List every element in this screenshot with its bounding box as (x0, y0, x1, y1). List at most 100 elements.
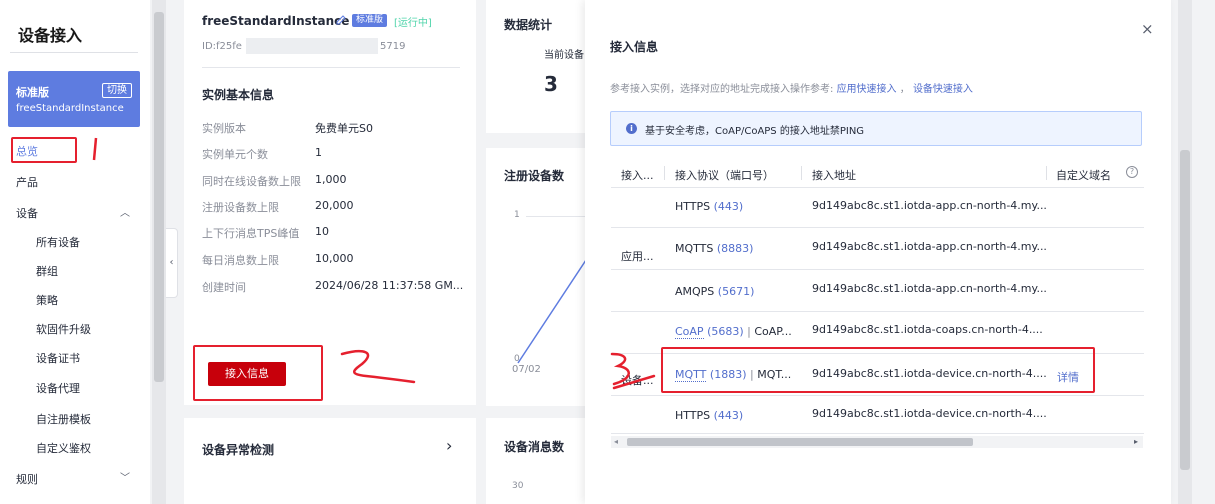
sidebar-item-self-register[interactable]: 自注册模板 (36, 411, 91, 427)
anomaly-title: 设备异常检测 (202, 443, 275, 457)
protocol-cell: MQTTS (8883) (675, 242, 754, 255)
sidebar-item-groups[interactable]: 群组 (36, 263, 58, 279)
protocol-cell: CoAP (5683) | CoAP... (675, 325, 792, 339)
table-row: HTTPS (443) 9d149abc8c.st1.iotda-app.cn-… (611, 188, 1144, 228)
address-cell: 9d149abc8c.st1.iotda-app.cn-north-4.my..… (812, 282, 1047, 295)
hint-separator: ， (899, 84, 910, 95)
instance-id-prefix: ID:f25fe (202, 41, 242, 52)
address-cell: 9d149abc8c.st1.iotda-coaps.cn-north-4...… (812, 323, 1043, 336)
scrollbar-thumb[interactable] (627, 438, 973, 446)
device-quick-link[interactable]: 设备快速接入 (913, 84, 973, 95)
address-cell: 9d149abc8c.st1.iotda-device.cn-north-4..… (812, 407, 1047, 420)
sidebar-item-products[interactable]: 产品 (16, 174, 38, 190)
column-header: 接入... (621, 169, 654, 182)
scrollbar-thumb[interactable] (1180, 150, 1190, 470)
info-label: 实例单元个数 (202, 148, 268, 161)
column-header: 接入协议（端口号） (675, 169, 774, 182)
x-tick-label: 07/02 (512, 364, 541, 375)
scroll-left-icon[interactable]: ◂ (614, 436, 618, 448)
redacted-id (246, 38, 378, 54)
info-icon: i (626, 123, 637, 134)
sidebar-item-custom-auth[interactable]: 自定义鉴权 (36, 440, 91, 456)
info-value: 2024/06/28 11:37:58 GM... (315, 279, 464, 292)
info-label: 实例版本 (202, 122, 246, 135)
anomaly-card[interactable]: 设备异常检测 › (184, 418, 476, 504)
stats-title: 数据统计 (504, 18, 553, 32)
messages-chart-card: 设备消息数 30 (486, 418, 586, 504)
chevron-down-icon[interactable]: ﹀ (120, 469, 130, 484)
table-row: MQTTS (8883) 9d149abc8c.st1.iotda-app.cn… (611, 228, 1144, 270)
registered-chart-card: 注册设备数 1 0 07/02 (486, 148, 586, 406)
section-title: 实例基本信息 (202, 88, 275, 102)
annotation-mark-3 (610, 352, 656, 390)
close-icon[interactable]: × (1141, 20, 1154, 38)
help-icon[interactable]: ? (1126, 166, 1138, 178)
y-tick-label: 30 (512, 481, 524, 491)
connect-info-drawer: 接入信息 × 参考接入实例，选择对应的地址完成接入操作参考: 应用快速接入 ， … (585, 0, 1171, 504)
instance-id-suffix: 5719 (380, 41, 406, 52)
divider (10, 52, 138, 53)
info-label: 注册设备数上限 (202, 201, 279, 214)
info-value: 1 (315, 146, 322, 159)
table-row: HTTPS (443) 9d149abc8c.st1.iotda-device.… (611, 396, 1144, 434)
column-header: 自定义域名 (1056, 169, 1111, 182)
horizontal-scrollbar[interactable]: ◂ ▸ (611, 436, 1143, 448)
address-cell: 9d149abc8c.st1.iotda-app.cn-north-4.my..… (812, 240, 1047, 253)
address-cell: 9d149abc8c.st1.iotda-app.cn-north-4.my..… (812, 199, 1047, 212)
info-label: 创建时间 (202, 281, 246, 294)
info-value: 免费单元S0 (315, 122, 373, 135)
sidebar: 设备接入 标准版 切换 freeStandardInstance 总览 产品 设… (0, 0, 150, 504)
sidebar-title: 设备接入 (18, 26, 83, 45)
instance-title: freeStandardInstance (202, 14, 350, 28)
current-devices-value: 3 (544, 72, 558, 96)
scrollbar[interactable] (152, 0, 166, 504)
annotation-box-connect (193, 345, 323, 401)
app-quick-link[interactable]: 应用快速接入 (837, 84, 897, 95)
sidebar-item-devices[interactable]: 设备 (16, 205, 38, 221)
annotation-mark-2 (340, 350, 416, 384)
protocol-cell: AMQPS (5671) (675, 285, 755, 298)
info-value: 10 (315, 225, 329, 238)
registered-line (517, 259, 586, 364)
instance-name: freeStandardInstance (16, 103, 124, 114)
info-label: 每日消息数上限 (202, 254, 279, 267)
scrollbar[interactable] (1178, 0, 1192, 504)
scroll-right-icon[interactable]: ▸ (1134, 436, 1138, 448)
drawer-title: 接入信息 (610, 40, 659, 54)
protocol-cell: HTTPS (443) (675, 200, 744, 213)
stats-card: 数据统计 当前设备 3 (486, 0, 586, 133)
sidebar-item-ota[interactable]: 软固件升级 (36, 321, 91, 337)
collapse-sidebar-button[interactable]: ‹ (166, 228, 178, 298)
chevron-right-icon[interactable]: › (446, 436, 452, 455)
annotation-mark-1 (92, 137, 98, 161)
switch-button[interactable]: 切换 (102, 83, 132, 98)
divider (801, 166, 802, 180)
sidebar-item-policies[interactable]: 策略 (36, 292, 58, 308)
edit-icon[interactable] (335, 14, 347, 26)
info-value: 1,000 (315, 173, 347, 186)
divider (1046, 166, 1047, 180)
messages-title: 设备消息数 (504, 440, 565, 454)
table-header: 接入... 接入协议（端口号） 接入地址 自定义域名 ? (611, 158, 1144, 188)
info-value: 10,000 (315, 252, 354, 265)
info-value: 20,000 (315, 199, 354, 212)
status-badge: [运行中] (394, 18, 432, 29)
scrollbar-thumb[interactable] (154, 12, 164, 382)
divider (202, 67, 460, 68)
info-label: 同时在线设备数上限 (202, 175, 301, 188)
notice-text: 基于安全考虑，CoAP/CoAPS 的接入地址禁PING (645, 126, 865, 137)
hint-text: 参考接入实例，选择对应的地址完成接入操作参考: (610, 84, 834, 95)
edition-card: 标准版 切换 freeStandardInstance (8, 71, 140, 127)
sidebar-item-proxy[interactable]: 设备代理 (36, 380, 80, 396)
sidebar-item-certificates[interactable]: 设备证书 (36, 350, 80, 366)
sidebar-item-rules[interactable]: 规则 (16, 471, 38, 487)
gridline (526, 216, 586, 217)
drawer-hint: 参考接入实例，选择对应的地址完成接入操作参考: 应用快速接入 ， 设备快速接入 (610, 80, 973, 95)
annotation-box-mqtt (661, 347, 1095, 393)
table-row: AMQPS (5671) 9d149abc8c.st1.iotda-app.cn… (611, 270, 1144, 312)
edition-badge: 标准版 (352, 14, 388, 27)
registered-title: 注册设备数 (504, 169, 565, 183)
chevron-up-icon[interactable]: ︿ (120, 204, 130, 219)
edition-label: 标准版 (16, 86, 49, 99)
sidebar-item-all-devices[interactable]: 所有设备 (36, 234, 80, 250)
